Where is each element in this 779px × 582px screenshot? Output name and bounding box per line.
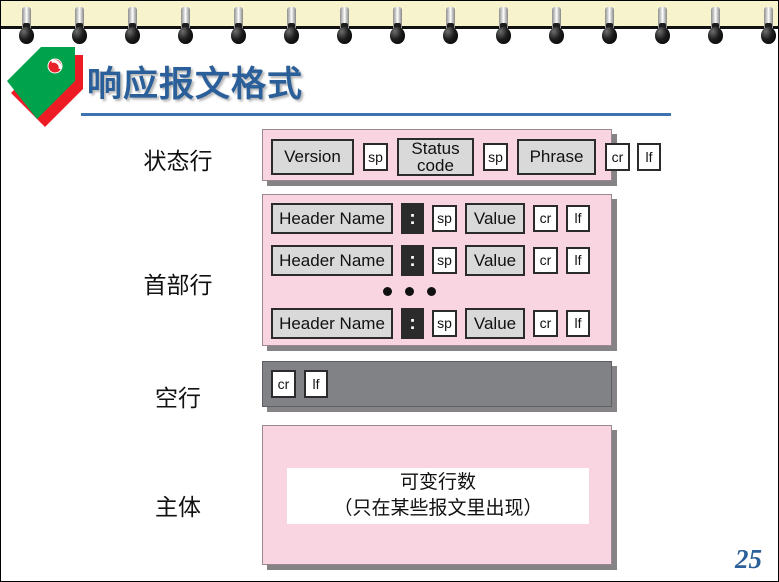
entity-body-block: 可变行数 （只在某些报文里出现） <box>262 425 612 565</box>
binding-pin-icon <box>443 7 458 51</box>
page-title: 响应报文格式 <box>87 65 304 104</box>
spiral-binding <box>1 1 778 53</box>
field-phrase: Phrase <box>517 139 596 175</box>
binding-pin-icon <box>549 7 564 51</box>
field-sp-1: sp <box>363 143 388 171</box>
field-value-2: Value <box>465 245 525 276</box>
entity-body-note: 可变行数 （只在某些报文里出现） <box>287 468 589 524</box>
slide: 响应报文格式 状态行 Version sp Status code sp Phr… <box>0 0 779 582</box>
field-header-name-1: Header Name <box>271 203 393 234</box>
entity-body-line-1: 可变行数 <box>399 471 476 494</box>
binding-pin-icon <box>602 7 617 51</box>
binding-pin-icon <box>178 7 193 51</box>
field-cr-blank: cr <box>271 370 296 398</box>
row-label-status-line: 状态行 <box>143 149 213 175</box>
field-sp-h3: sp <box>432 310 457 337</box>
field-cr-h2: cr <box>533 247 558 274</box>
blank-line-fields: cr lf <box>271 370 328 398</box>
row-label-header-lines: 首部行 <box>143 273 213 299</box>
header-line-row-1: Header Name : sp Value cr lf <box>271 203 590 234</box>
binding-pin-icon <box>125 7 140 51</box>
status-line-fields: Version sp Status code sp Phrase cr lf <box>271 138 661 176</box>
row-label-blank-line: 空行 <box>155 386 201 412</box>
binding-pin-icon <box>708 7 723 51</box>
field-value-3: Value <box>465 308 525 339</box>
field-header-name-2: Header Name <box>271 245 393 276</box>
binding-pin-icon <box>337 7 352 51</box>
binding-pin-icon <box>761 7 776 51</box>
entity-body-line-2: （只在某些报文里出现） <box>333 497 543 519</box>
field-colon-2: : <box>401 245 424 276</box>
field-cr-h1: cr <box>533 205 558 232</box>
field-lf-blank: lf <box>304 370 328 398</box>
field-header-name-3: Header Name <box>271 308 393 339</box>
field-cr-h3: cr <box>533 310 558 337</box>
field-lf-h2: lf <box>566 247 590 274</box>
blank-line-block: cr lf <box>262 361 612 407</box>
field-status-code: Status code <box>397 138 474 176</box>
page-number: 25 <box>735 544 762 574</box>
status-line-block: Version sp Status code sp Phrase cr lf <box>262 129 661 181</box>
binding-pin-icon <box>231 7 246 51</box>
binding-pin-icon <box>655 7 670 51</box>
field-colon-3: : <box>401 308 424 339</box>
title-divider <box>81 113 671 116</box>
field-colon-1: : <box>401 203 424 234</box>
field-sp-2: sp <box>483 143 508 171</box>
field-version: Version <box>271 139 354 175</box>
field-lf-h3: lf <box>566 310 590 337</box>
row-label-entity-body: 主体 <box>155 495 201 521</box>
field-sp-h1: sp <box>432 205 457 232</box>
field-value-1: Value <box>465 203 525 234</box>
header-lines-block: Header Name : sp Value cr lf Header Name… <box>262 194 612 346</box>
field-lf-h1: lf <box>566 205 590 232</box>
field-cr-status: cr <box>605 143 630 171</box>
field-lf-status: lf <box>637 143 661 171</box>
header-line-row-2: Header Name : sp Value cr lf <box>271 245 590 276</box>
binding-pin-icon <box>284 7 299 51</box>
binding-pin-icon <box>496 7 511 51</box>
binding-pin-icon <box>390 7 405 51</box>
field-sp-h2: sp <box>432 247 457 274</box>
header-lines-ellipsis <box>383 287 436 296</box>
header-line-row-3: Header Name : sp Value cr lf <box>271 308 590 339</box>
